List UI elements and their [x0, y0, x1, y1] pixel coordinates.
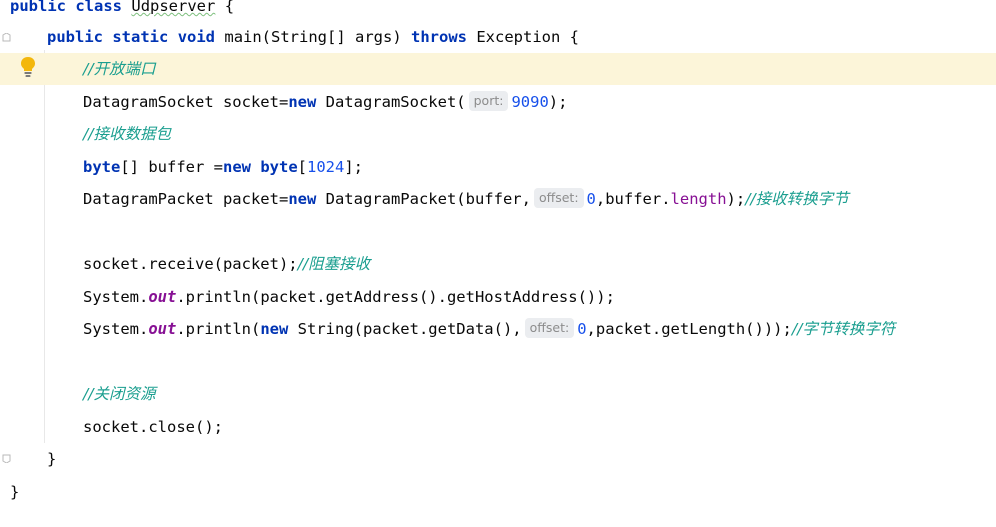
comment: //开放端口: [83, 60, 156, 78]
closing-brace: }: [47, 450, 57, 468]
code-line[interactable]: }: [0, 443, 996, 475]
static-field: out: [148, 320, 177, 338]
keyword: throws: [411, 28, 467, 46]
comment: //字节转换字符: [791, 320, 896, 338]
code-line[interactable]: socket.receive(packet);//阻塞接收: [0, 248, 996, 280]
code-text: ,buffer.: [595, 190, 671, 208]
parameter-hint: offset:: [533, 188, 584, 208]
code-line[interactable]: System.out.println(packet.getAddress().g…: [0, 281, 996, 313]
code-text: ,packet.getLength()));: [586, 320, 792, 338]
code-text: .println(packet.getAddress().getHostAddr…: [176, 288, 615, 306]
keyword: static: [112, 28, 169, 46]
closing-brace: }: [10, 483, 20, 501]
number-literal: 9090: [511, 93, 549, 111]
code-line[interactable]: public static void main(String[] args) t…: [0, 21, 996, 53]
code-text: DatagramSocket(: [316, 93, 466, 111]
code-editor[interactable]: public class Udpserver { public static v…: [0, 0, 996, 527]
code-text: [: [297, 158, 307, 176]
keyword: public: [47, 28, 103, 46]
code-text: System.: [83, 320, 149, 338]
code-line[interactable]: socket.close();: [0, 411, 996, 443]
code-text: .println(: [176, 320, 261, 338]
keyword: new: [260, 320, 289, 338]
code-text: DatagramPacket packet=: [83, 190, 289, 208]
static-field: out: [148, 288, 177, 306]
code-text: [] buffer =: [120, 158, 223, 176]
keyword: class: [75, 0, 123, 15]
code-line[interactable]: }: [0, 476, 996, 508]
code-line[interactable]: DatagramPacket packet=new DatagramPacket…: [0, 183, 996, 215]
comment: //阻塞接收: [297, 255, 371, 273]
code-text: DatagramSocket socket=: [83, 93, 289, 111]
code-text: System.: [83, 288, 149, 306]
keyword: public: [10, 0, 66, 15]
code-text: );: [548, 93, 568, 111]
code-line[interactable]: System.out.println(new String(packet.get…: [0, 313, 996, 345]
number-literal: 1024: [307, 158, 345, 176]
keyword: void: [177, 28, 216, 46]
keyword: new: [288, 93, 317, 111]
keyword: new: [288, 190, 317, 208]
code-line-current[interactable]: //开放端口: [0, 53, 996, 85]
comment: //接收转换字节: [745, 190, 849, 208]
code-line[interactable]: byte[] buffer =new byte[1024];: [0, 151, 996, 183]
code-line[interactable]: //接收数据包: [0, 118, 996, 150]
code-text: String(packet.getData(),: [288, 320, 522, 338]
code-text: {: [215, 0, 235, 15]
comment: //接收数据包: [83, 125, 171, 143]
keyword: new: [222, 158, 251, 176]
parameter-hint: port:: [468, 91, 509, 111]
code-line[interactable]: public class Udpserver {: [0, 0, 996, 22]
class-name: Udpserver: [131, 0, 216, 15]
code-text: socket.close();: [83, 418, 223, 436]
code-line[interactable]: //关闭资源: [0, 378, 996, 410]
code-text: main(String[] args): [224, 28, 411, 46]
comment: //关闭资源: [83, 385, 156, 403]
code-text: ];: [344, 158, 363, 176]
code-text: );: [726, 190, 746, 208]
number-literal: 0: [586, 190, 596, 208]
code-text: Exception {: [467, 28, 579, 46]
keyword: byte: [83, 158, 121, 176]
code-text: DatagramPacket(buffer,: [316, 190, 531, 208]
field-reference: length: [670, 190, 727, 208]
parameter-hint: offset:: [524, 318, 575, 338]
number-literal: 0: [577, 320, 587, 338]
lightbulb-icon[interactable]: [20, 56, 36, 78]
keyword: byte: [260, 158, 298, 176]
code-text: socket.receive(packet);: [83, 255, 298, 273]
code-line[interactable]: DatagramSocket socket=new DatagramSocket…: [0, 86, 996, 118]
